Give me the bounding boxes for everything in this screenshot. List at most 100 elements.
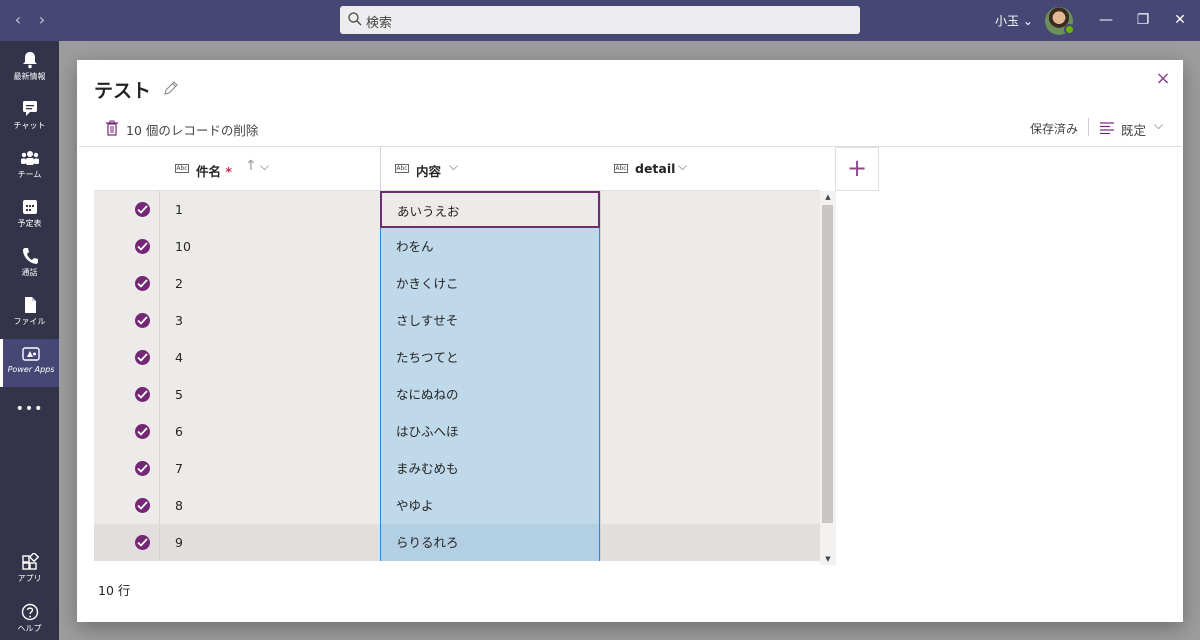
name-cell[interactable]: 4 [160, 339, 380, 376]
detail-cell[interactable] [600, 487, 820, 524]
dialog-title: テスト [94, 80, 152, 102]
rail-item-activity[interactable]: 最新情報 [0, 45, 59, 93]
column-name-label: detail [635, 161, 676, 176]
delete-records-button[interactable]: 10 個のレコードの削除 [126, 120, 258, 139]
detail-cell[interactable] [600, 376, 820, 413]
calendar-icon [22, 200, 37, 214]
detail-cell[interactable] [600, 265, 820, 302]
chevron-down-icon[interactable]: ⌵ [449, 159, 458, 174]
table-row[interactable]: 8 やゆよ [94, 487, 820, 524]
scrollbar-thumb[interactable] [822, 205, 833, 523]
row-checkbox-checked-icon[interactable] [135, 276, 150, 291]
content-cell[interactable]: かきくけこ [380, 265, 600, 302]
minimize-button[interactable]: — [1096, 10, 1116, 30]
row-checkbox-checked-icon[interactable] [135, 202, 150, 217]
column-header-name[interactable]: Abc 件名 * ↑ ⌵ [94, 147, 380, 191]
scroll-down-icon[interactable]: ▼ [820, 553, 836, 565]
name-cell[interactable]: 10 [160, 228, 380, 265]
edit-pencil-icon[interactable] [163, 80, 179, 96]
rail-item-more[interactable]: ••• [0, 393, 59, 441]
rail-item-chat[interactable]: チャット [0, 94, 59, 142]
forward-arrow-icon[interactable]: › [32, 10, 52, 30]
detail-cell[interactable] [600, 524, 820, 561]
add-column-button[interactable]: + [835, 147, 879, 191]
detail-cell[interactable] [600, 450, 820, 487]
search-icon [348, 12, 362, 26]
table-row[interactable]: 10 わをん [94, 228, 820, 265]
bell-icon [22, 52, 37, 69]
name-cell[interactable]: 3 [160, 302, 380, 339]
content-cell[interactable]: やゆよ [380, 487, 600, 524]
view-selector[interactable]: 既定 [1121, 120, 1146, 139]
table-row[interactable]: 1 あいうえお [94, 191, 820, 228]
text-type-icon: Abc [175, 164, 189, 173]
rail-item-help[interactable]: ヘルプ [0, 597, 59, 640]
back-arrow-icon[interactable]: ‹ [8, 10, 28, 30]
detail-cell[interactable] [600, 302, 820, 339]
row-checkbox-checked-icon[interactable] [135, 535, 150, 550]
name-cell[interactable]: 1 [160, 191, 380, 228]
rail-item-power-apps[interactable]: Power Apps [0, 339, 59, 387]
content-cell[interactable]: たちつてと [380, 339, 600, 376]
trash-icon[interactable] [105, 120, 119, 136]
table-row[interactable]: 5 なにぬねの [94, 376, 820, 413]
search-input[interactable]: 検索 [340, 6, 860, 34]
content-cell[interactable]: あいうえお [380, 191, 600, 228]
vertical-scrollbar[interactable]: ▲ ▼ [820, 191, 836, 565]
rail-item-teams[interactable]: チーム [0, 143, 59, 191]
rail-item-calendar[interactable]: 予定表 [0, 192, 59, 240]
detail-cell[interactable] [600, 191, 820, 228]
name-cell[interactable]: 2 [160, 265, 380, 302]
column-name-label: 件名 [196, 164, 222, 179]
sort-up-arrow-icon[interactable]: ↑ [245, 158, 257, 174]
name-cell[interactable]: 8 [160, 487, 380, 524]
apps-icon [21, 553, 39, 570]
row-checkbox-checked-icon[interactable] [135, 424, 150, 439]
restore-button[interactable]: ❐ [1133, 10, 1153, 30]
table-row[interactable]: 7 まみむめも [94, 450, 820, 487]
content-cell[interactable]: わをん [380, 228, 600, 265]
name-cell[interactable]: 5 [160, 376, 380, 413]
row-checkbox-checked-icon[interactable] [135, 350, 150, 365]
detail-cell[interactable] [600, 228, 820, 265]
chevron-down-icon[interactable]: ⌵ [678, 159, 687, 174]
detail-cell[interactable] [600, 339, 820, 376]
name-cell[interactable]: 6 [160, 413, 380, 450]
scroll-up-icon[interactable]: ▲ [820, 191, 836, 203]
chevron-down-icon[interactable]: ⌵ [260, 159, 269, 174]
rail-item-files[interactable]: ファイル [0, 290, 59, 338]
text-type-icon: Abc [614, 164, 628, 173]
detail-cell[interactable] [600, 413, 820, 450]
content-cell[interactable]: らりるれろ [380, 524, 600, 561]
row-checkbox-checked-icon[interactable] [135, 387, 150, 402]
table-row[interactable]: 4 たちつてと [94, 339, 820, 376]
content-cell[interactable]: さしすせそ [380, 302, 600, 339]
table-row[interactable]: 9 らりるれろ [94, 524, 820, 561]
row-checkbox-checked-icon[interactable] [135, 498, 150, 513]
row-checkbox-checked-icon[interactable] [135, 313, 150, 328]
content-cell[interactable]: はひふへほ [380, 413, 600, 450]
app-rail: 最新情報 チャット チーム 予定表 通話 ファイル Power Apps •••… [0, 41, 59, 640]
column-header-detail[interactable]: Abc detail ⌵ [600, 147, 820, 191]
close-dialog-button[interactable]: × [1154, 70, 1172, 88]
table-row[interactable]: 6 はひふへほ [94, 413, 820, 450]
chevron-down-icon[interactable]: ⌵ [1154, 118, 1163, 133]
row-checkbox-checked-icon[interactable] [135, 239, 150, 254]
rail-item-calls[interactable]: 通話 [0, 241, 59, 289]
view-list-icon [1100, 122, 1114, 134]
name-cell[interactable]: 7 [160, 450, 380, 487]
toolbar-divider [1088, 118, 1089, 136]
column-header-content[interactable]: Abc 内容 ⌵ [380, 147, 600, 191]
content-cell[interactable]: まみむめも [380, 450, 600, 487]
row-checkbox-checked-icon[interactable] [135, 461, 150, 476]
table-row[interactable]: 3 さしすせそ [94, 302, 820, 339]
name-cell[interactable]: 9 [160, 524, 380, 561]
more-icon: ••• [15, 401, 44, 417]
title-bar: ‹ › 検索 小玉 ⌄ — ❐ ✕ [0, 0, 1200, 41]
close-window-button[interactable]: ✕ [1170, 10, 1190, 30]
table-dialog: テスト × 10 個のレコードの削除 保存済み 既定 ⌵ Abc 件名 * ↑ … [77, 60, 1183, 622]
user-name-menu[interactable]: 小玉 ⌄ [995, 12, 1033, 29]
rail-item-apps[interactable]: アプリ [0, 547, 59, 595]
table-row[interactable]: 2 かきくけこ [94, 265, 820, 302]
content-cell[interactable]: なにぬねの [380, 376, 600, 413]
